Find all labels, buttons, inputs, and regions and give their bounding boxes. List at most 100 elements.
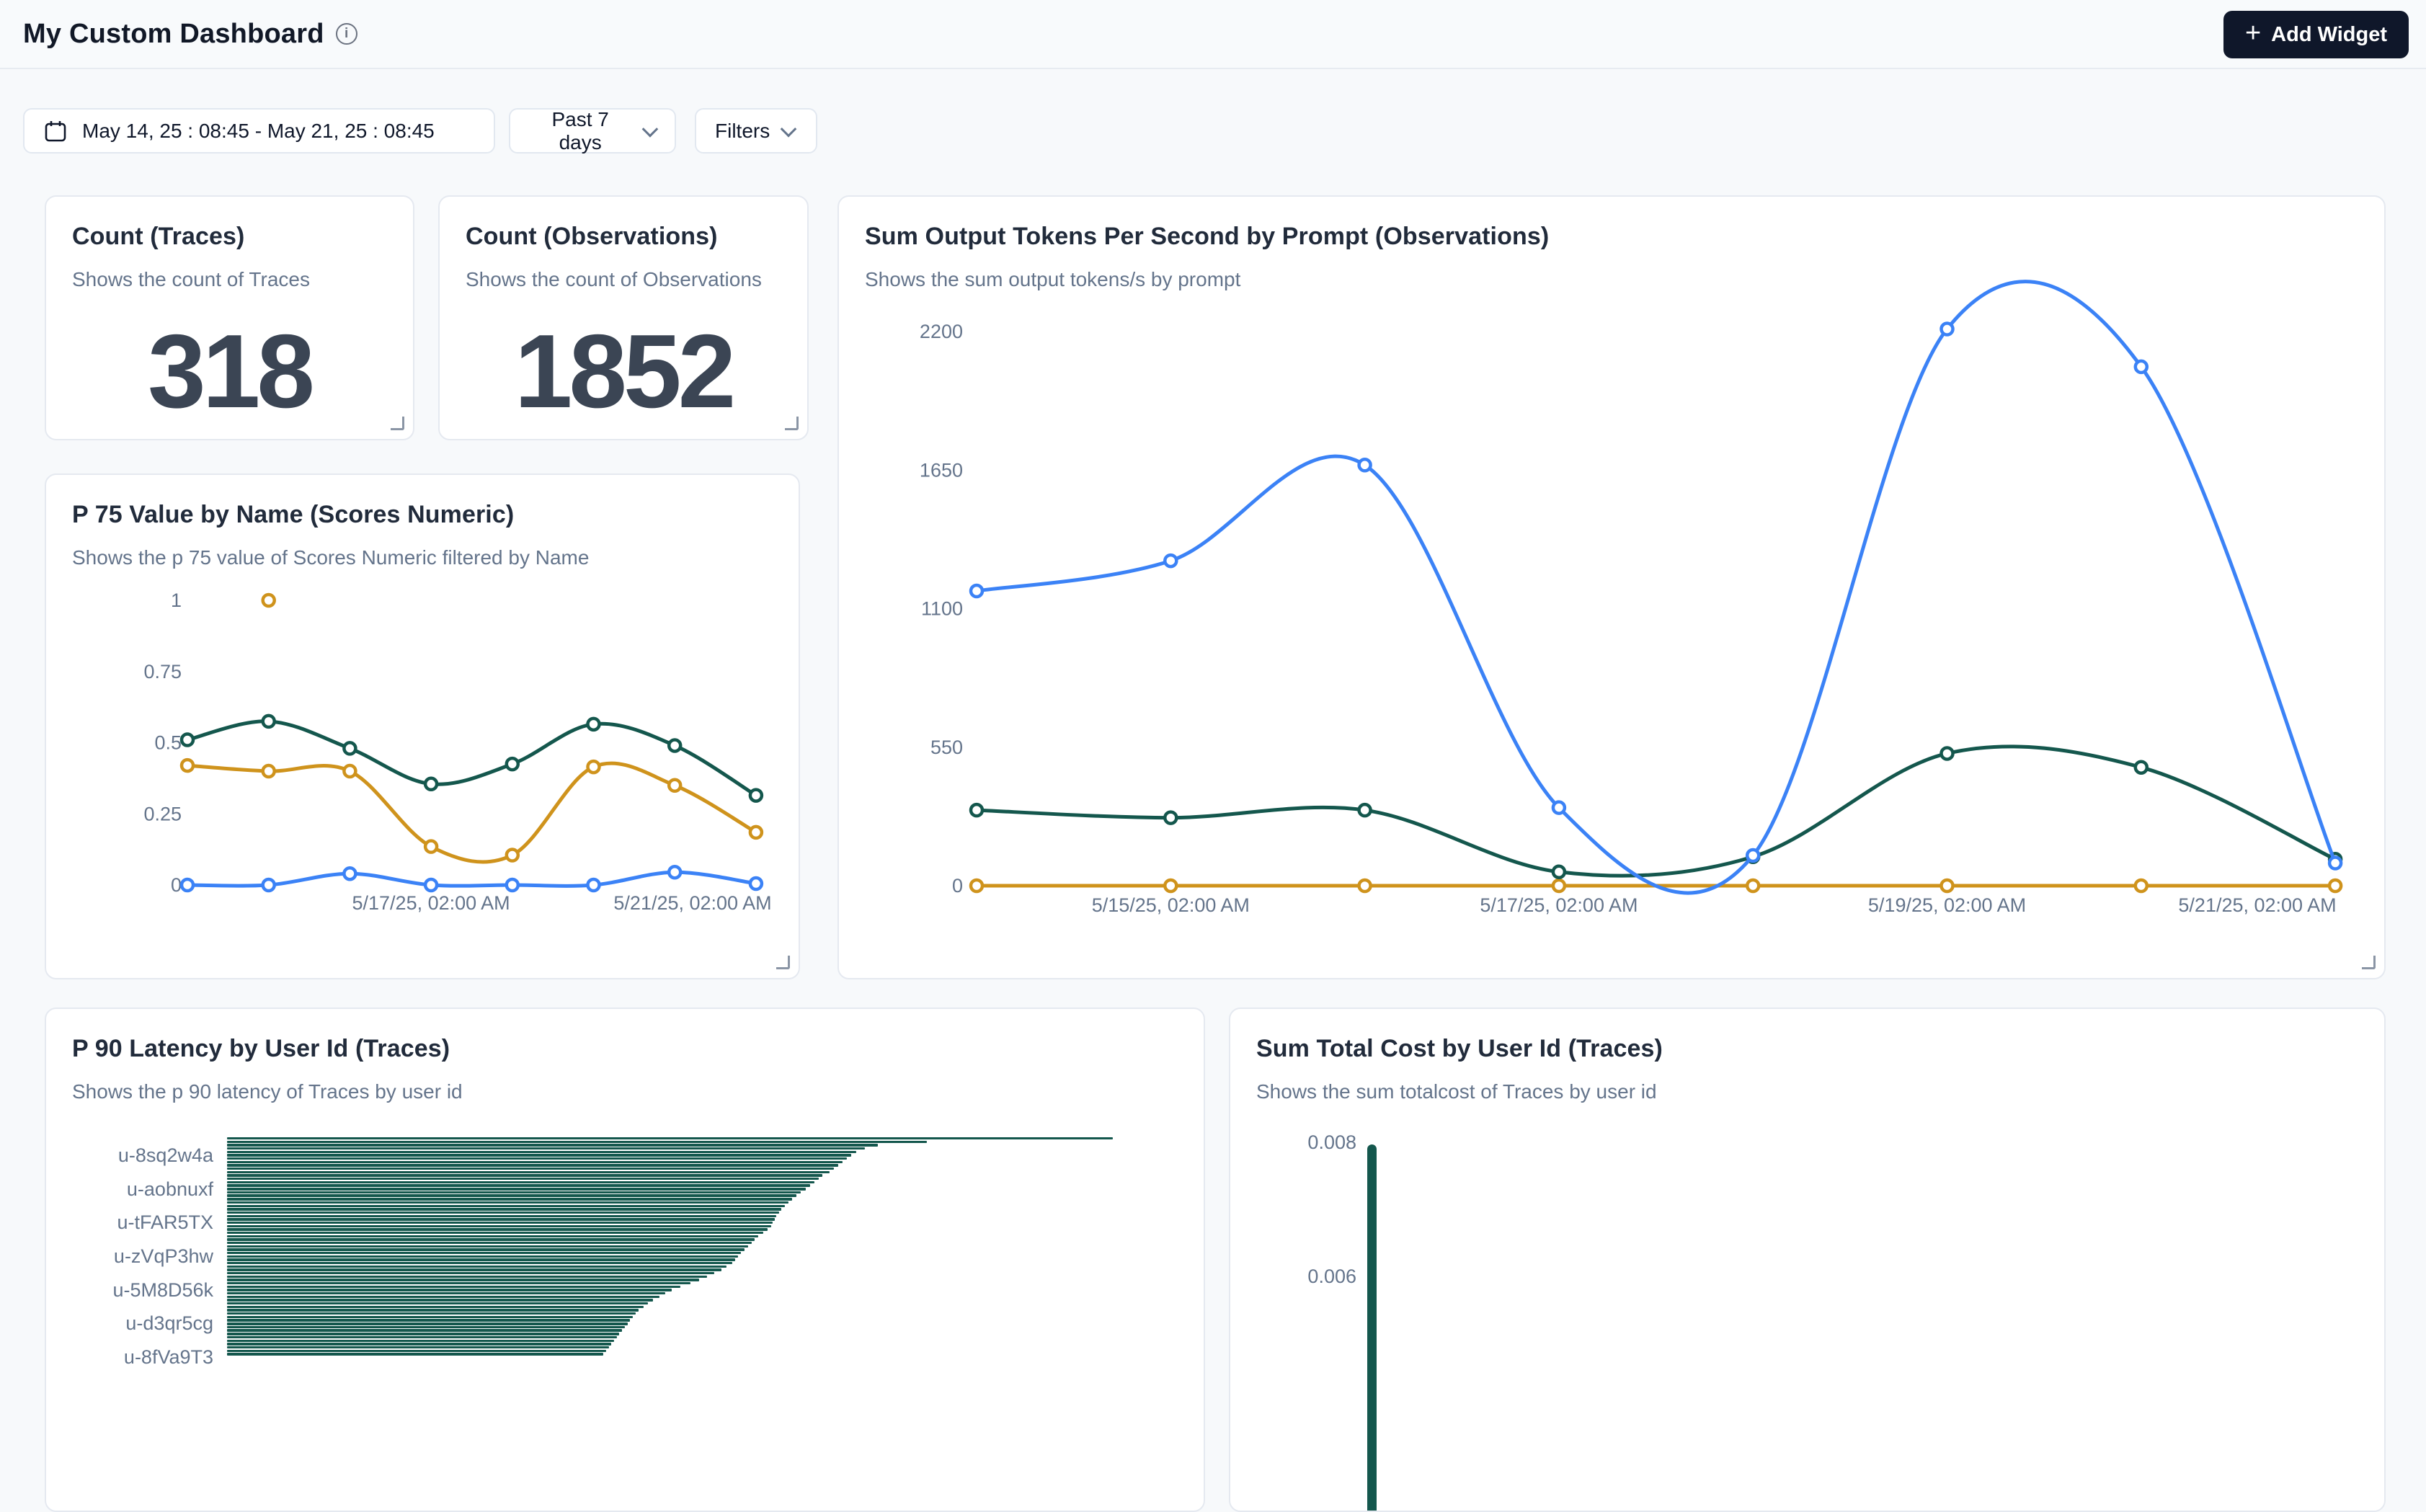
latency-bar	[227, 1211, 779, 1214]
data-point-marker	[1942, 747, 1953, 759]
widget-title: Count (Observations)	[466, 223, 807, 251]
date-range-button[interactable]: May 14, 25 : 08:45 - May 21, 25 : 08:45	[23, 108, 495, 154]
y-axis-tick: 0	[952, 875, 963, 897]
data-point-marker	[182, 879, 193, 891]
data-point-marker	[1747, 880, 1759, 891]
data-point-marker	[425, 841, 437, 853]
y-axis-tick: 0.5	[154, 732, 182, 754]
count-value: 318	[46, 311, 413, 432]
add-widget-label: Add Widget	[2271, 23, 2387, 47]
tokens-line-chart: 05501100165022005/15/25, 02:00 AM5/17/25…	[839, 197, 2386, 979]
data-point-marker	[344, 742, 355, 754]
cost-bar	[1367, 1144, 1377, 1512]
data-point-marker	[971, 804, 982, 816]
data-point-marker	[2329, 880, 2341, 891]
latency-bar	[227, 1322, 628, 1325]
latency-bar	[227, 1255, 738, 1258]
latency-bar	[227, 1282, 690, 1284]
latency-bar	[227, 1353, 603, 1355]
latency-bar	[227, 1161, 843, 1163]
data-point-marker	[1359, 459, 1371, 471]
widget-tokens-chart: Sum Output Tokens Per Second by Prompt (…	[837, 195, 2386, 979]
data-point-marker	[263, 765, 275, 777]
x-axis-tick: 5/21/25, 02:00 AM	[613, 892, 771, 914]
y-axis-tick: 0.75	[143, 661, 182, 682]
latency-bar	[227, 1178, 819, 1180]
data-point-marker	[2136, 762, 2147, 773]
y-axis-tick: 550	[930, 737, 963, 758]
data-point-marker	[1359, 880, 1371, 891]
latency-bar	[227, 1252, 741, 1254]
widget-count-traces: Count (Traces) Shows the count of Traces…	[45, 195, 414, 440]
data-point-marker	[2136, 361, 2147, 373]
data-point-marker	[1553, 802, 1565, 814]
latency-bar	[227, 1218, 775, 1220]
data-point-marker	[971, 880, 982, 891]
latency-bar	[227, 1278, 699, 1281]
info-icon[interactable]: i	[336, 23, 357, 45]
page-title: My Custom Dashboard	[23, 19, 324, 50]
widget-subtitle: Shows the sum totalcost of Traces by use…	[1256, 1080, 2384, 1103]
resize-handle[interactable]	[2362, 956, 2376, 969]
data-point-marker	[971, 585, 982, 597]
latency-bar	[227, 1289, 672, 1291]
filters-button[interactable]: Filters	[695, 108, 817, 154]
x-axis-tick: 5/17/25, 02:00 AM	[1480, 894, 1638, 916]
x-axis-tick: 5/21/25, 02:00 AM	[2178, 894, 2336, 916]
data-point-marker	[669, 866, 680, 878]
data-point-marker	[588, 761, 600, 773]
data-point-marker	[1165, 812, 1176, 824]
y-axis-tick: 1100	[921, 598, 963, 620]
data-point-marker	[182, 734, 193, 746]
resize-handle[interactable]	[785, 417, 799, 430]
time-preset-label: Past 7 days	[529, 108, 631, 154]
latency-bar	[227, 1201, 788, 1204]
data-point-marker	[344, 765, 355, 777]
time-preset-button[interactable]: Past 7 days	[509, 108, 676, 154]
latency-bar	[227, 1319, 630, 1321]
latency-bar	[227, 1292, 665, 1294]
y-axis-category-label: u-8sq2w4a	[118, 1143, 213, 1168]
y-axis-category-label: u-5M8D56k	[112, 1278, 213, 1302]
count-value: 1852	[440, 311, 807, 432]
data-point-marker	[263, 716, 275, 727]
latency-bar	[227, 1316, 633, 1318]
latency-bar	[227, 1157, 847, 1160]
resize-handle[interactable]	[391, 417, 404, 430]
data-point-marker	[2329, 858, 2341, 869]
latency-bar	[227, 1198, 792, 1200]
widget-title: Sum Total Cost by User Id (Traces)	[1256, 1035, 2384, 1063]
widget-title: Count (Traces)	[72, 223, 413, 251]
chevron-down-icon	[781, 120, 797, 137]
latency-bar	[227, 1222, 773, 1224]
calendar-icon	[43, 119, 68, 143]
data-point-marker	[344, 868, 355, 879]
latency-bar	[227, 1232, 763, 1234]
latency-bar	[227, 1208, 781, 1210]
data-point-marker	[1942, 324, 1953, 335]
data-point-marker	[507, 879, 518, 891]
latency-bar	[227, 1191, 801, 1193]
data-point-marker	[1553, 880, 1565, 891]
resize-handle[interactable]	[776, 956, 790, 969]
data-point-marker	[750, 827, 762, 838]
latency-bar	[227, 1346, 609, 1348]
add-widget-button[interactable]: + Add Widget	[2223, 11, 2409, 58]
latency-bar	[227, 1302, 648, 1304]
widget-subtitle: Shows the count of Observations	[466, 268, 807, 291]
p90-axis-labels: u-8sq2w4au-aobnuxfu-tFAR5TXu-zVqP3hwu-5M…	[46, 1009, 219, 1512]
data-point-marker	[1165, 880, 1176, 891]
widget-p75-chart: P 75 Value by Name (Scores Numeric) Show…	[45, 473, 800, 979]
latency-bar	[227, 1215, 776, 1217]
latency-bar	[227, 1245, 748, 1248]
y-axis-tick: 1650	[920, 459, 963, 481]
y-axis-tick: 1	[171, 590, 182, 611]
latency-bar	[227, 1340, 614, 1342]
chevron-down-icon	[642, 120, 658, 136]
data-point-marker	[669, 780, 680, 791]
widget-subtitle: Shows the count of Traces	[72, 268, 413, 291]
latency-bar	[227, 1147, 865, 1149]
y-axis-category-label: u-aobnuxf	[127, 1177, 213, 1201]
latency-bar	[227, 1168, 834, 1170]
latency-bar	[227, 1184, 810, 1186]
